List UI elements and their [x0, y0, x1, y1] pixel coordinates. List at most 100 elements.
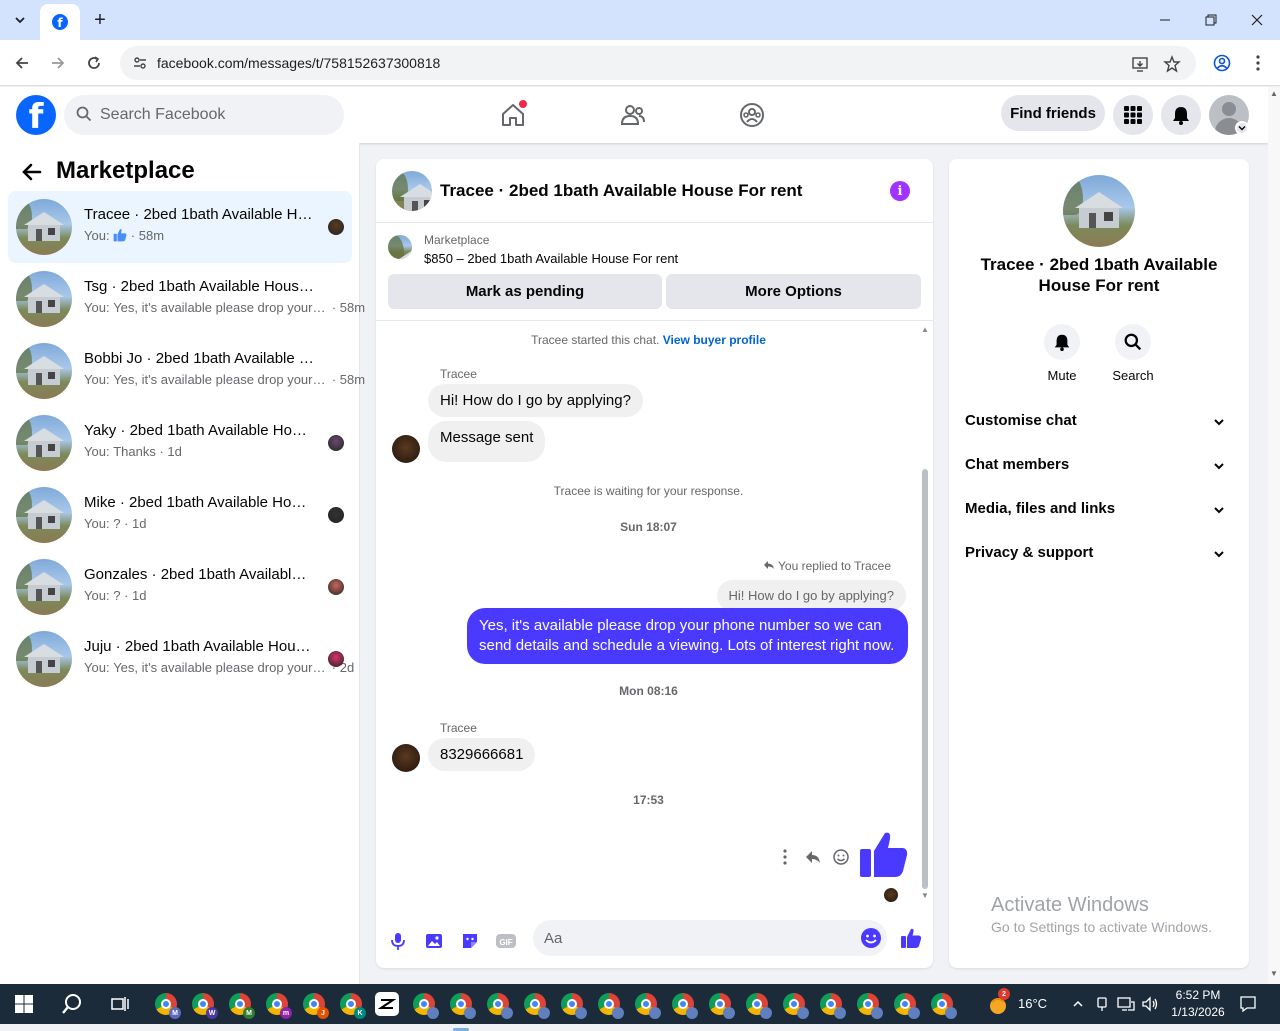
- chrome-window-icon[interactable]: [597, 992, 624, 1019]
- search-icon[interactable]: [1115, 324, 1151, 360]
- chrome-window-icon[interactable]: [856, 992, 883, 1019]
- account-chevron-icon[interactable]: [1235, 121, 1249, 135]
- browser-menu-icon[interactable]: [1246, 51, 1270, 75]
- back-arrow-icon[interactable]: [20, 160, 44, 184]
- home-icon[interactable]: [497, 99, 529, 131]
- search-action[interactable]: Search: [1097, 324, 1169, 383]
- task-view-icon[interactable]: [108, 992, 132, 1016]
- chrome-window-icon[interactable]: [412, 992, 439, 1019]
- friends-icon[interactable]: [617, 99, 649, 131]
- listing-title[interactable]: $850 – 2bed 1bath Available House For re…: [424, 251, 678, 266]
- back-icon[interactable]: [10, 51, 34, 75]
- windows-start-icon[interactable]: [12, 992, 36, 1016]
- menu-grid-icon[interactable]: [1113, 95, 1153, 135]
- volume-icon[interactable]: [1138, 992, 1162, 1016]
- mute-action[interactable]: Mute: [1026, 324, 1098, 383]
- reply-icon[interactable]: [804, 848, 822, 866]
- conversation-item[interactable]: Yaky · 2bed 1bath Available House For re…: [8, 407, 352, 479]
- forward-icon[interactable]: [46, 51, 70, 75]
- chrome-profile-icon[interactable]: m: [265, 992, 292, 1019]
- scroll-down-icon[interactable]: ▼: [921, 891, 929, 900]
- chrome-window-icon[interactable]: [560, 992, 587, 1019]
- notifications-bell-icon[interactable]: [1161, 95, 1201, 135]
- weather-temp[interactable]: 16°C: [1018, 996, 1047, 1011]
- conversation-item[interactable]: Gonzales · 2bed 1bath Available House Fo…: [8, 551, 352, 623]
- quoted-message[interactable]: Hi! How do I go by applying?: [716, 580, 906, 611]
- chrome-window-icon[interactable]: [930, 992, 957, 1019]
- chrome-window-icon[interactable]: [893, 992, 920, 1019]
- incoming-message[interactable]: Hi! How do I go by applying?: [428, 384, 643, 417]
- chat-scrollbar[interactable]: ▲ ▼: [919, 325, 931, 901]
- chrome-window-icon[interactable]: [449, 992, 476, 1031]
- chat-header-house-image[interactable]: [392, 171, 432, 211]
- chrome-window-icon[interactable]: [523, 992, 550, 1019]
- conversation-item[interactable]: Tracee · 2bed 1bath Available House For …: [8, 191, 352, 263]
- groups-icon[interactable]: [736, 99, 768, 131]
- listing-thumbnail[interactable]: [388, 235, 412, 259]
- more-actions-icon[interactable]: [779, 847, 791, 867]
- chrome-profile-icon[interactable]: M: [228, 992, 255, 1019]
- facebook-search[interactable]: [64, 95, 344, 135]
- reload-icon[interactable]: [82, 51, 106, 75]
- sticker-icon[interactable]: [458, 929, 482, 953]
- chrome-window-icon[interactable]: [782, 992, 809, 1019]
- page-scroll-down-icon[interactable]: ▼: [1270, 969, 1278, 978]
- show-hidden-icons-chevron-icon[interactable]: [1066, 992, 1090, 1016]
- weather-icon[interactable]: 2: [986, 988, 1010, 1016]
- chrome-window-icon[interactable]: [745, 992, 772, 1019]
- install-app-icon[interactable]: [1130, 54, 1150, 74]
- taskbar-search-icon[interactable]: [60, 992, 84, 1016]
- chrome-profile-icon[interactable]: W: [191, 992, 218, 1019]
- page-scroll-up-icon[interactable]: ▲: [1270, 89, 1278, 98]
- big-like-thumb-icon[interactable]: [859, 829, 909, 879]
- find-friends-button[interactable]: Find friends: [1001, 95, 1105, 131]
- page-scrollbar[interactable]: ▲ ▼: [1268, 87, 1280, 984]
- sender-avatar[interactable]: [392, 435, 420, 463]
- privacy-support-section[interactable]: Privacy & support: [965, 544, 1233, 568]
- network-icon[interactable]: [1114, 992, 1138, 1016]
- chrome-profile-icon[interactable]: M: [154, 992, 181, 1019]
- scroll-thumb[interactable]: [922, 469, 928, 889]
- site-settings-icon[interactable]: [132, 55, 148, 71]
- chat-title[interactable]: Tracee · 2bed 1bath Available House For …: [440, 181, 802, 201]
- browser-tab-facebook[interactable]: f: [40, 4, 80, 40]
- bookmark-star-icon[interactable]: [1162, 54, 1182, 74]
- photo-icon[interactable]: [422, 929, 446, 953]
- info-icon[interactable]: i: [890, 181, 910, 201]
- conversation-item[interactable]: Tsg · 2bed 1bath Available House For ren…: [8, 263, 365, 335]
- scroll-up-icon[interactable]: ▲: [921, 325, 929, 334]
- react-emoji-icon[interactable]: [832, 848, 850, 866]
- mute-bell-icon[interactable]: [1044, 324, 1080, 360]
- chrome-profile-icon[interactable]: K: [339, 992, 366, 1019]
- chat-info-house-image[interactable]: [1063, 175, 1135, 247]
- clock-time[interactable]: 6:52 PM: [1173, 988, 1223, 1002]
- capcut-icon[interactable]: [375, 992, 399, 1016]
- gif-icon[interactable]: GIF: [494, 929, 518, 953]
- media-files-links-section[interactable]: Media, files and links: [965, 500, 1233, 524]
- chrome-profile-icon[interactable]: J: [302, 992, 329, 1019]
- incoming-message[interactable]: 8329666681: [428, 738, 536, 771]
- minimize-icon[interactable]: [1150, 6, 1180, 34]
- conversation-item[interactable]: Mike · 2bed 1bath Available House For re…: [8, 479, 352, 551]
- chrome-window-icon[interactable]: [708, 992, 735, 1019]
- incoming-message[interactable]: Message sent: [428, 421, 546, 462]
- chrome-window-icon[interactable]: [819, 992, 846, 1019]
- conversation-item[interactable]: Bobbi Jo · 2bed 1bath Available House Fo…: [8, 335, 365, 407]
- close-window-icon[interactable]: [1242, 6, 1272, 34]
- conversation-item[interactable]: Juju · 2bed 1bath Available House For re…: [8, 623, 354, 695]
- emoji-icon[interactable]: [859, 926, 883, 950]
- outgoing-message[interactable]: Yes, it's available please drop your pho…: [467, 608, 908, 664]
- restore-icon[interactable]: [1196, 6, 1226, 34]
- send-like-icon[interactable]: [899, 926, 923, 950]
- chat-members-section[interactable]: Chat members: [965, 456, 1233, 480]
- tab-search-chevron-icon[interactable]: [8, 8, 32, 32]
- customise-chat-section[interactable]: Customise chat: [965, 412, 1233, 436]
- profile-icon[interactable]: [1210, 51, 1234, 75]
- address-bar[interactable]: facebook.com/messages/t/758152637300818: [120, 46, 1196, 80]
- chrome-window-icon[interactable]: [486, 992, 513, 1019]
- new-tab-button[interactable]: +: [88, 8, 112, 32]
- view-buyer-profile-link[interactable]: View buyer profile: [663, 333, 766, 347]
- notification-center-icon[interactable]: [1236, 992, 1260, 1016]
- mark-as-pending-button[interactable]: Mark as pending: [388, 274, 662, 309]
- microphone-icon[interactable]: [386, 929, 410, 953]
